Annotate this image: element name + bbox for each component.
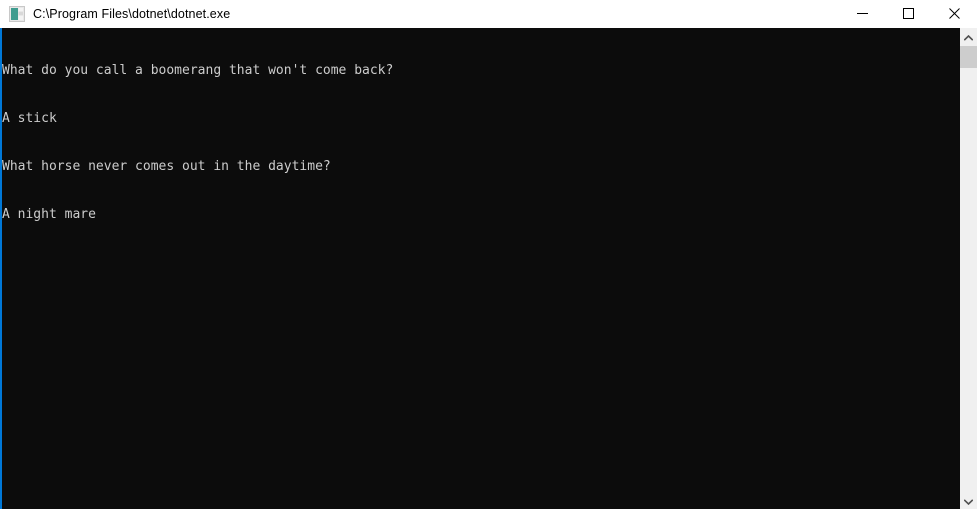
close-button[interactable] bbox=[931, 0, 977, 28]
console-line: What do you call a boomerang that won't … bbox=[2, 63, 394, 78]
scrollbar-down-button[interactable] bbox=[960, 492, 977, 509]
console-output: What do you call a boomerang that won't … bbox=[2, 31, 957, 255]
maximize-icon bbox=[902, 7, 914, 22]
minimize-button[interactable] bbox=[839, 0, 885, 28]
minimize-icon bbox=[856, 7, 868, 22]
scrollbar-track[interactable] bbox=[960, 45, 977, 492]
close-icon bbox=[948, 7, 960, 22]
chevron-down-icon bbox=[963, 492, 974, 509]
title-bar[interactable]: C:\Program Files\dotnet\dotnet.exe bbox=[0, 0, 977, 28]
scrollbar-thumb[interactable] bbox=[960, 46, 977, 68]
caption-button-group bbox=[839, 0, 977, 28]
scrollbar-up-button[interactable] bbox=[960, 28, 977, 45]
chevron-up-icon bbox=[963, 28, 974, 46]
vertical-scrollbar[interactable] bbox=[960, 28, 977, 509]
console-app-icon bbox=[9, 6, 25, 22]
console-window: C:\Program Files\dotnet\dotnet.exe What … bbox=[0, 0, 977, 509]
console-line: What horse never comes out in the daytim… bbox=[2, 159, 331, 174]
console-client-area[interactable]: What do you call a boomerang that won't … bbox=[0, 28, 977, 509]
console-line: A stick bbox=[2, 111, 57, 126]
window-title: C:\Program Files\dotnet\dotnet.exe bbox=[33, 7, 231, 21]
console-line: A night mare bbox=[2, 207, 96, 222]
maximize-button[interactable] bbox=[885, 0, 931, 28]
